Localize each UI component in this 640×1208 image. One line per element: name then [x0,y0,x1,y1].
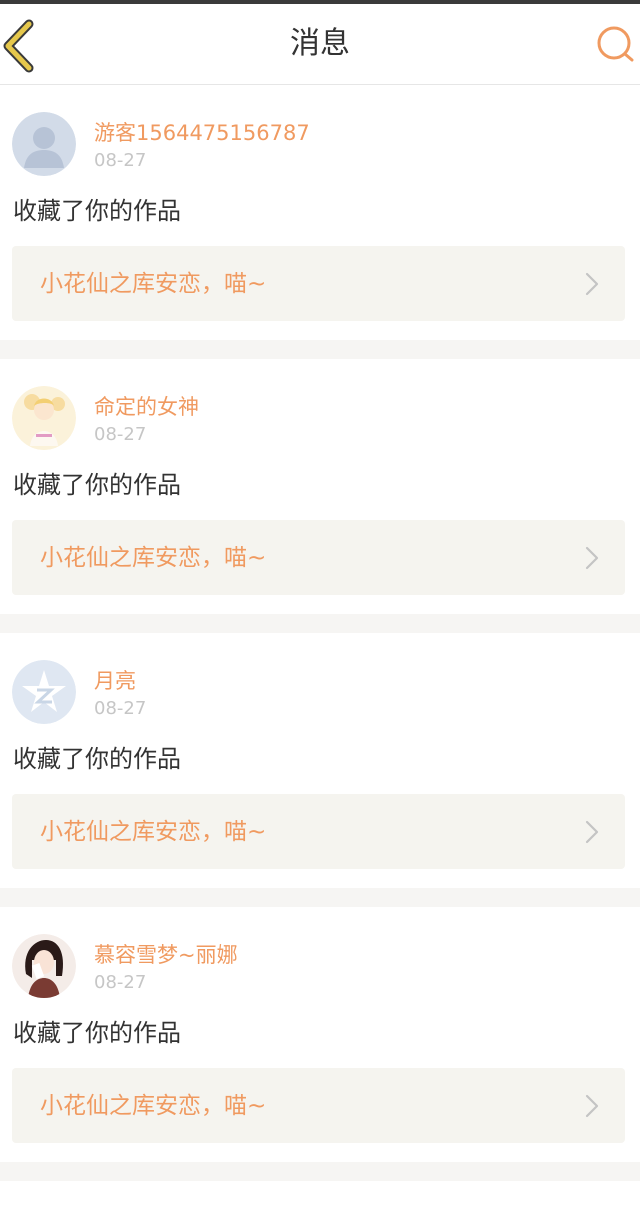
work-link[interactable]: 小花仙之库安恋，喵~ [12,794,625,869]
message-date: 08-27 [94,698,147,719]
chevron-right-icon [585,546,599,570]
message-card: 游客1564475156787 08-27 收藏了你的作品 小花仙之库安恋，喵~ [0,85,640,340]
qzone-star-avatar-icon [12,660,76,724]
default-user-avatar-icon [12,112,76,176]
work-title: 小花仙之库安恋，喵~ [40,1093,267,1119]
work-title: 小花仙之库安恋，喵~ [40,545,267,571]
chevron-right-icon [585,272,599,296]
search-icon [597,26,634,62]
work-title: 小花仙之库安恋，喵~ [40,271,267,297]
action-text: 收藏了你的作品 [13,745,181,773]
separator [0,614,640,633]
work-link[interactable]: 小花仙之库安恋，喵~ [12,246,625,321]
user-name[interactable]: 慕容雪梦~丽娜 [94,941,238,969]
message-list: 游客1564475156787 08-27 收藏了你的作品 小花仙之库安恋，喵~… [0,85,640,1181]
separator [0,1162,640,1181]
avatar[interactable] [12,112,76,176]
action-text: 收藏了你的作品 [13,471,181,499]
action-text: 收藏了你的作品 [13,1019,181,1047]
action-text: 收藏了你的作品 [13,197,181,225]
anime-girl-avatar-icon [12,934,76,998]
message-card: 月亮 08-27 收藏了你的作品 小花仙之库安恋，喵~ [0,633,640,888]
message-date: 08-27 [94,972,147,993]
nav-header: 消息 [0,4,640,85]
message-card: 命定的女神 08-27 收藏了你的作品 小花仙之库安恋，喵~ [0,359,640,614]
page-title: 消息 [290,26,350,61]
message-card: 慕容雪梦~丽娜 08-27 收藏了你的作品 小花仙之库安恋，喵~ [0,907,640,1162]
work-title: 小花仙之库安恋，喵~ [40,819,267,845]
fairy-girl-avatar-icon [12,386,76,450]
avatar[interactable] [12,386,76,450]
separator [0,888,640,907]
message-date: 08-27 [94,150,147,171]
work-link[interactable]: 小花仙之库安恋，喵~ [12,1068,625,1143]
message-date: 08-27 [94,424,147,445]
user-name[interactable]: 月亮 [94,667,136,695]
user-name[interactable]: 命定的女神 [94,393,199,421]
work-link[interactable]: 小花仙之库安恋，喵~ [12,520,625,595]
avatar[interactable] [12,660,76,724]
user-name[interactable]: 游客1564475156787 [94,119,310,147]
avatar[interactable] [12,934,76,998]
separator [0,340,640,359]
search-button[interactable] [594,22,638,68]
chevron-right-icon [585,820,599,844]
chevron-right-icon [585,1094,599,1118]
